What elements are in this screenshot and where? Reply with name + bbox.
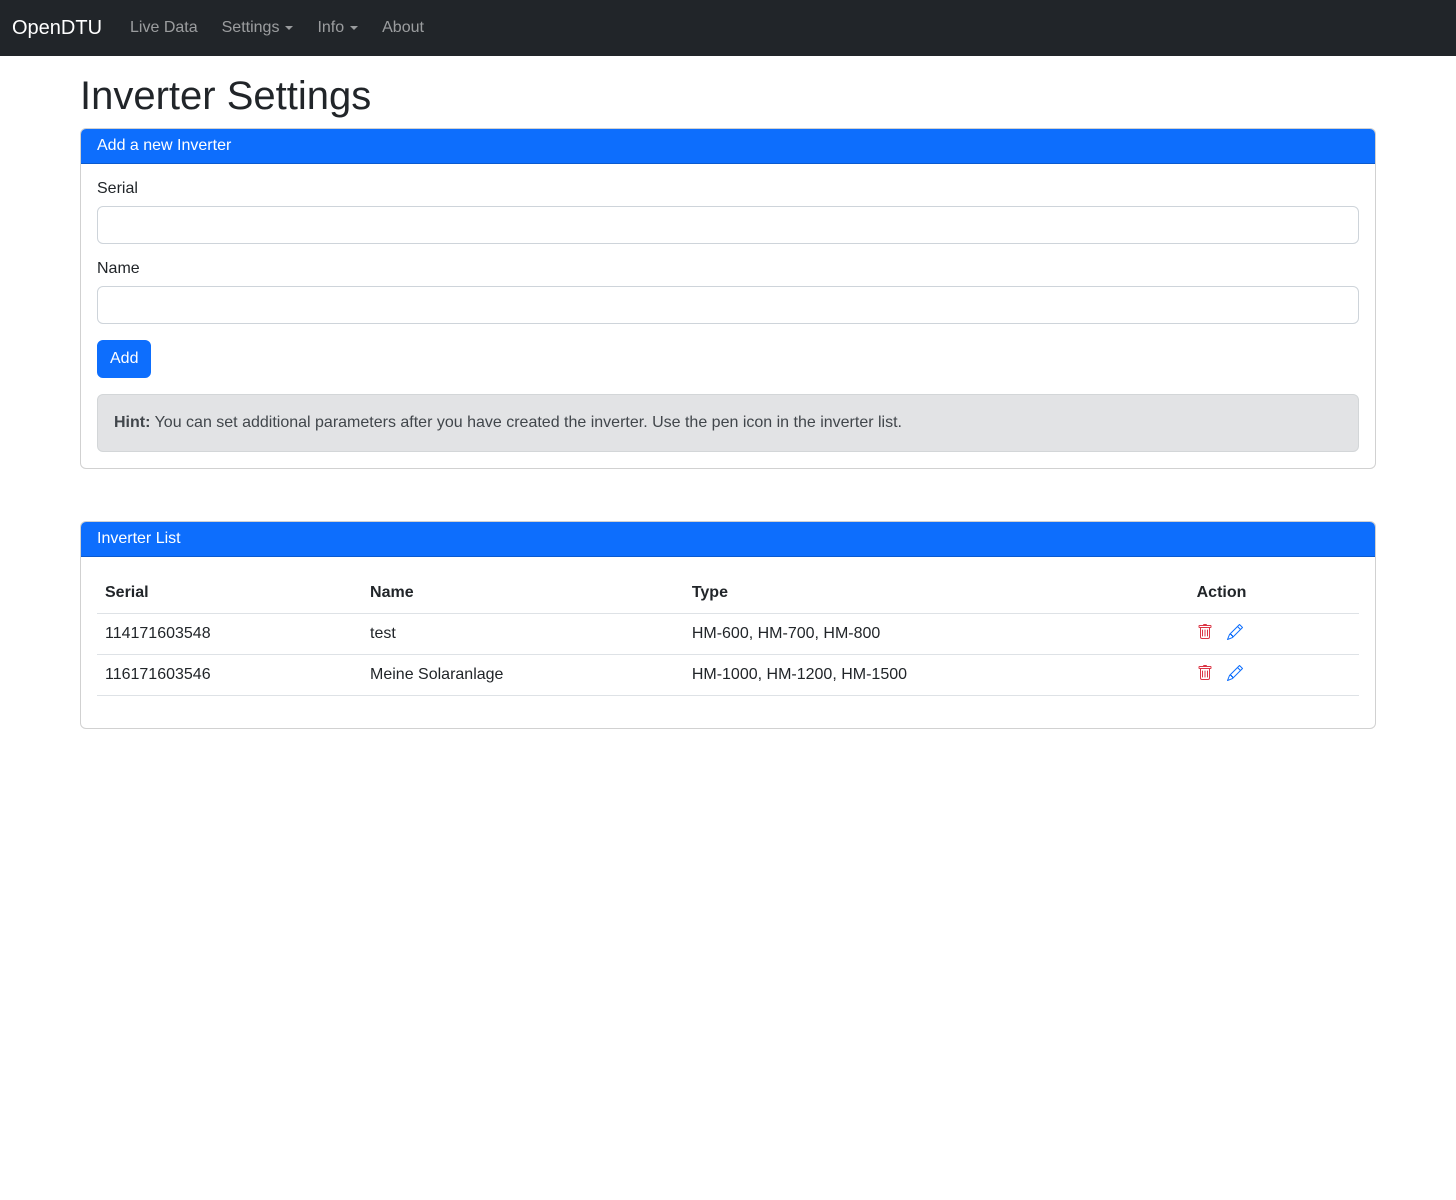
column-header-action: Action [1189,573,1359,614]
hint-alert: Hint: You can set additional parameters … [97,394,1359,452]
nav-item-about-label: About [382,19,424,37]
nav-item-info-label: Info [317,19,344,37]
inverter-list-card-body: Serial Name Type Action 114171603548 tes… [81,557,1375,728]
serial-label: Serial [97,180,138,198]
nav-item-live-data[interactable]: Live Data [122,11,206,45]
nav-item-settings[interactable]: Settings [214,11,302,45]
cell-name: Meine Solaranlage [362,655,684,696]
name-label: Name [97,260,140,278]
cell-actions [1189,655,1359,696]
navbar-brand[interactable]: OpenDTU [12,13,102,44]
inverter-list-card-header: Inverter List [81,522,1375,557]
chevron-down-icon [285,26,293,30]
main-content: Inverter Settings Add a new Inverter Ser… [68,72,1388,729]
pencil-icon [1227,666,1243,683]
serial-input[interactable] [97,206,1359,244]
nav-item-live-data-label: Live Data [130,19,198,37]
cell-type: HM-1000, HM-1200, HM-1500 [684,655,1189,696]
column-header-serial: Serial [97,573,362,614]
nav-item-info[interactable]: Info [309,11,366,45]
navbar-menu: Live Data Settings Info About [118,11,436,45]
table-row: 116171603546 Meine Solaranlage HM-1000, … [97,655,1359,696]
add-inverter-card-body: Serial Name Add Hint: You can set additi… [81,164,1375,468]
trash-icon [1197,625,1213,642]
page-title: Inverter Settings [80,72,1376,120]
inverter-list-card: Inverter List Serial Name Type Action 11… [80,521,1376,729]
add-inverter-card: Add a new Inverter Serial Name Add Hint:… [80,128,1376,469]
nav-item-settings-label: Settings [222,19,280,37]
navbar: OpenDTU Live Data Settings Info [0,0,1456,56]
delete-inverter-button[interactable] [1197,624,1213,642]
table-row: 114171603548 test HM-600, HM-700, HM-800 [97,614,1359,655]
cell-serial: 114171603548 [97,614,362,655]
edit-inverter-button[interactable] [1227,665,1243,683]
hint-alert-text: You can set additional parameters after … [150,414,902,431]
column-header-type: Type [684,573,1189,614]
inverter-table: Serial Name Type Action 114171603548 tes… [97,573,1359,696]
cell-name: test [362,614,684,655]
cell-type: HM-600, HM-700, HM-800 [684,614,1189,655]
table-header-row: Serial Name Type Action [97,573,1359,614]
nav-item-about[interactable]: About [374,11,432,45]
edit-inverter-button[interactable] [1227,624,1243,642]
pencil-icon [1227,625,1243,642]
cell-actions [1189,614,1359,655]
navbar-inner: OpenDTU Live Data Settings Info [0,0,1456,56]
column-header-name: Name [362,573,684,614]
add-button[interactable]: Add [97,340,151,378]
name-input[interactable] [97,286,1359,324]
cell-serial: 116171603546 [97,655,362,696]
hint-alert-bold: Hint: [114,414,150,431]
chevron-down-icon [350,26,358,30]
add-inverter-card-header: Add a new Inverter [81,129,1375,164]
delete-inverter-button[interactable] [1197,665,1213,683]
trash-icon [1197,666,1213,683]
